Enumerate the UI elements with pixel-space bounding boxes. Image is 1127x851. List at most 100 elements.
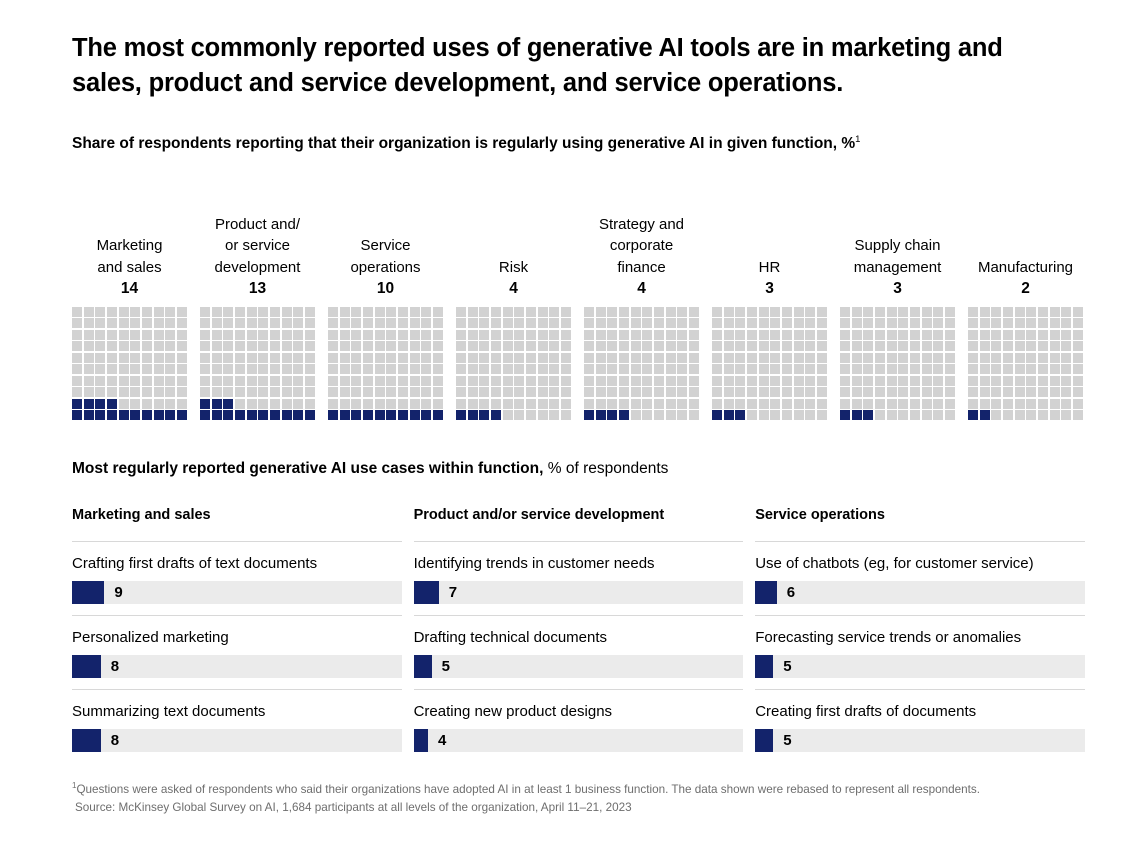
waffle-cell <box>886 329 897 340</box>
waffle-cell <box>968 341 979 352</box>
waffle-cell <box>176 387 187 398</box>
waffle-cell <box>560 341 571 352</box>
waffle-cell <box>874 410 886 420</box>
waffle-cell <box>456 329 467 340</box>
waffle-column-header: Product and/or service development 13 <box>200 205 315 300</box>
waffle-cell <box>118 364 129 375</box>
waffle-cell <box>653 307 665 317</box>
waffle-cell <box>793 398 804 409</box>
waffle-cell <box>898 375 909 386</box>
waffle-cell <box>153 329 164 340</box>
waffle-cell <box>723 341 734 352</box>
waffle-cell <box>118 375 129 386</box>
waffle-cell <box>141 387 153 398</box>
waffle-cell <box>933 410 944 420</box>
waffle-cell <box>304 387 315 398</box>
waffle-cell <box>851 364 862 375</box>
waffle-cell <box>502 410 513 420</box>
waffle-cell <box>502 329 513 340</box>
waffle-cell <box>281 318 292 329</box>
waffle-cell <box>595 398 606 409</box>
waffle-cell <box>479 307 490 317</box>
waffle-cell <box>1014 307 1025 317</box>
waffle-column: Manufacturing 2 <box>968 205 1083 420</box>
waffle-cell <box>968 387 979 398</box>
waffle-cell <box>223 318 234 329</box>
waffle-cell <box>502 307 513 317</box>
waffle-cell <box>106 375 118 386</box>
waffle-cell <box>258 410 269 420</box>
waffle-cell <box>851 318 862 329</box>
waffle-cell <box>653 318 665 329</box>
waffle-cell <box>362 329 374 340</box>
waffle-cell <box>234 352 246 363</box>
footnote-note-text: Questions were asked of respondents who … <box>76 783 980 796</box>
waffle-cell <box>269 341 281 352</box>
waffle-cell <box>688 352 699 363</box>
waffle-cell <box>83 398 94 409</box>
waffle-cell <box>328 410 339 420</box>
waffle-cell <box>409 387 420 398</box>
waffle-cell <box>781 387 793 398</box>
waffle-cell <box>223 352 234 363</box>
waffle-cell <box>525 307 537 317</box>
waffle-cell <box>979 375 990 386</box>
waffle-cell <box>816 352 827 363</box>
waffle-cell <box>607 352 618 363</box>
waffle-cell <box>141 318 153 329</box>
waffle-cell <box>72 352 83 363</box>
waffle-cell <box>281 307 292 317</box>
waffle-cell <box>851 352 862 363</box>
usecase-item: Forecasting service trends or anomalies 5 <box>755 615 1085 678</box>
waffle-cell <box>118 352 129 363</box>
waffle-cell <box>130 329 141 340</box>
waffle-cell <box>479 398 490 409</box>
waffle-cell <box>409 352 420 363</box>
waffle-cell <box>618 375 630 386</box>
waffle-cell <box>514 387 525 398</box>
waffle-cell <box>560 352 571 363</box>
waffle-cell <box>246 352 257 363</box>
waffle-cell <box>200 398 211 409</box>
waffle-cell <box>246 364 257 375</box>
waffle-cell <box>618 410 630 420</box>
waffle-cell <box>1002 352 1014 363</box>
waffle-cell <box>921 375 932 386</box>
waffle-cell <box>456 352 467 363</box>
waffle-cell <box>584 352 595 363</box>
waffle-cell <box>723 307 734 317</box>
waffle-cell <box>72 318 83 329</box>
waffle-cell <box>514 352 525 363</box>
waffle-cell <box>584 387 595 398</box>
waffle-cell <box>234 387 246 398</box>
usecase-bar-track: 5 <box>755 655 1085 678</box>
waffle-column-value: 3 <box>893 280 902 297</box>
waffle-cell <box>642 387 653 398</box>
waffle-column-label: Marketing <box>96 237 163 254</box>
waffle-cell <box>851 410 862 420</box>
waffle-cell <box>712 352 723 363</box>
waffle-cell <box>991 410 1002 420</box>
waffle-cell <box>374 375 385 386</box>
waffle-cell <box>584 307 595 317</box>
waffle-cell <box>560 364 571 375</box>
usecase-bar-track: 8 <box>72 655 402 678</box>
waffle-cell <box>735 398 746 409</box>
waffle-cell <box>211 410 222 420</box>
waffle-cell <box>537 307 548 317</box>
waffle-cell <box>688 375 699 386</box>
waffle-cell <box>642 318 653 329</box>
usecase-column-title: Marketing and sales <box>72 507 211 523</box>
waffle-grid <box>72 307 187 420</box>
waffle-cell <box>200 318 211 329</box>
waffle-cell <box>153 307 164 317</box>
usecase-bar-value: 5 <box>783 732 792 749</box>
waffle-cell <box>141 307 153 317</box>
waffle-column: Strategy and corporate finance 4 <box>584 205 699 420</box>
waffle-cell <box>653 341 665 352</box>
waffle-cell <box>456 398 467 409</box>
waffle-cell <box>618 352 630 363</box>
waffle-cell <box>746 387 758 398</box>
waffle-column-label: Risk <box>498 258 529 276</box>
waffle-cell <box>165 375 176 386</box>
